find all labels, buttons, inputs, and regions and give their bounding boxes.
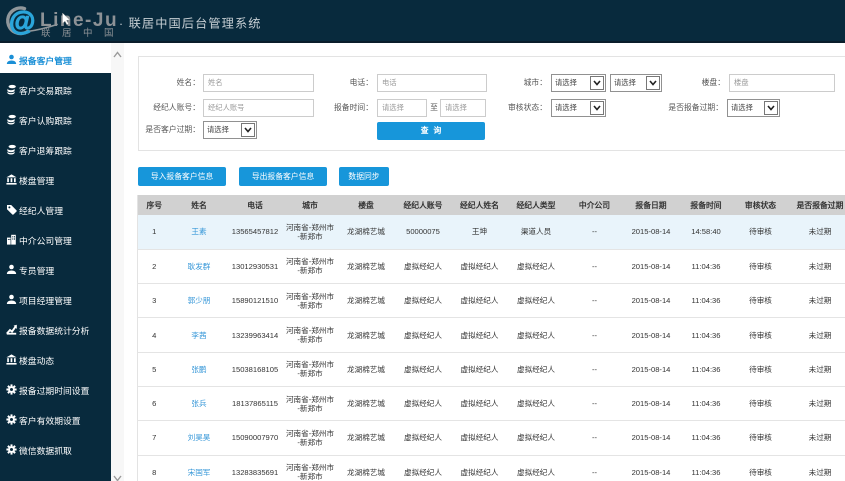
svg-text:联居中国: 联居中国 xyxy=(41,27,125,39)
svg-text:@: @ xyxy=(9,6,35,36)
svg-text:· 联居中国后台管理系统: · 联居中国后台管理系统 xyxy=(119,16,262,31)
